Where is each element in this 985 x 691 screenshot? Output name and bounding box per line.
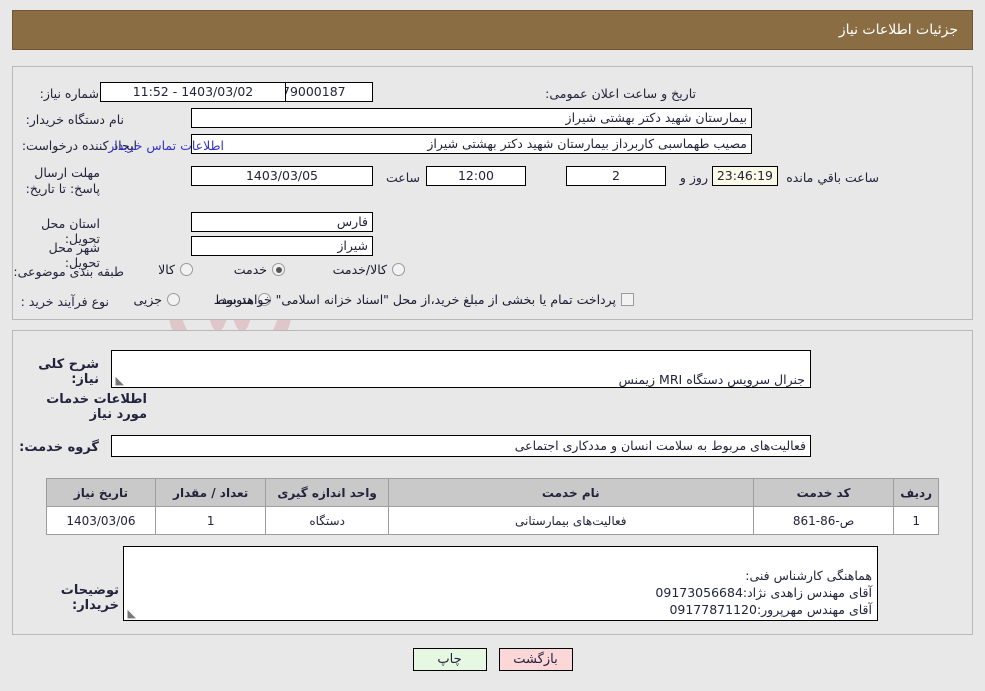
radio-indicator[interactable] (392, 263, 405, 276)
cell-unit: دستگاه (265, 506, 389, 535)
cell-qty: 1 (154, 506, 267, 535)
category-radio-khadamat[interactable]: خدمت (234, 262, 285, 277)
action-buttons: بازگشت چاپ (0, 648, 985, 671)
remaining-days-value: 2 (566, 166, 666, 186)
category-radio-label: کالا (158, 262, 175, 277)
delivery-city-value: شیراز (191, 236, 373, 256)
col-name: نام خدمت (387, 478, 754, 507)
resize-grip-icon[interactable]: ◣ (114, 375, 124, 386)
summary-value: جنرال سرویس دستگاه MRI زیمنس (618, 372, 805, 387)
process-radio-label: جزيی (133, 292, 162, 307)
resize-grip-icon[interactable]: ◣ (126, 608, 136, 619)
deadline-date-value: 1403/03/05 (191, 166, 373, 186)
buyer-notes-value: هماهنگی کارشناس فنی: آقای مهندس زاهدی نژ… (655, 568, 872, 617)
category-radio-label: خدمت (233, 262, 267, 277)
radio-indicator[interactable] (167, 293, 180, 306)
need-info-panel (12, 66, 973, 320)
service-group-value: فعالیت‌های مربوط به سلامت انسان و مددکار… (111, 435, 811, 457)
radio-indicator[interactable] (272, 263, 285, 276)
purchase-process-label: نوع فرآیند خرید : (20, 294, 109, 309)
announce-datetime-label: تاریخ و ساعت اعلان عمومی: (545, 86, 696, 101)
category-radio-kala-khadamat[interactable]: کالا/خدمت (333, 262, 405, 277)
need-number-label: شماره نیاز: (39, 86, 99, 101)
days-label: روز و (679, 170, 708, 185)
col-qty: تعداد / مقدار (154, 478, 267, 507)
treasury-bond-checkbox[interactable]: پرداخت تمام یا بخشی از مبلغ خرید،از محل … (217, 292, 634, 307)
subject-category-label: طبقه بندی موضوعی: (13, 264, 124, 279)
cell-name: فعالیت‌های بیمارستانی (387, 506, 754, 535)
table-header-row: ردیف کد خدمت نام خدمت واحد اندازه گیری ت… (46, 478, 939, 507)
buyer-notes-textarea[interactable]: هماهنگی کارشناس فنی: آقای مهندس زاهدی نژ… (123, 546, 878, 621)
services-table: ردیف کد خدمت نام خدمت واحد اندازه گیری ت… (46, 478, 939, 535)
treasury-bond-note: پرداخت تمام یا بخشی از مبلغ خرید،از محل … (217, 292, 616, 307)
summary-textarea[interactable]: جنرال سرویس دستگاه MRI زیمنس ◣ (111, 350, 811, 388)
cell-code: ص-86-861 (752, 506, 895, 535)
col-code: کد خدمت (752, 478, 895, 507)
category-radio-kala[interactable]: کالا (158, 262, 193, 277)
checkbox-indicator[interactable] (621, 293, 634, 306)
page-title: جزئیات اطلاعات نیاز (838, 22, 958, 38)
buyer-org-label: نام دستگاه خریدار: (25, 112, 124, 127)
category-radio-label: کالا/خدمت (332, 262, 387, 277)
buyer-org-value: بیمارستان شهید دکتر بهشتی شیراز (191, 108, 752, 128)
deadline-time-value: 12:00 (426, 166, 526, 186)
service-group-label: گروه خدمت: (19, 440, 99, 455)
hour-label: ساعت (385, 170, 420, 185)
request-creator-value: مصیب طهماسبی کاربرداز بیمارستان شهید دکت… (191, 134, 752, 154)
services-section-heading: اطلاعات خدمات مورد نیاز (46, 392, 147, 422)
announce-datetime-value: 1403/03/02 - 11:52 (100, 82, 286, 102)
cell-row: 1 (893, 506, 939, 535)
print-button[interactable]: چاپ (412, 648, 487, 671)
back-button[interactable]: بازگشت (498, 648, 573, 671)
table-row: 1 ص-86-861 فعالیت‌های بیمارستانی دستگاه … (46, 506, 939, 535)
summary-label: شرح کلی نیاز: (38, 357, 99, 387)
page-header: جزئیات اطلاعات نیاز (12, 10, 973, 50)
radio-indicator[interactable] (180, 263, 193, 276)
countdown-timer-value: 23:46:19 (712, 166, 778, 186)
col-row: ردیف (893, 478, 939, 507)
process-radio-jozi[interactable]: جزيی (133, 292, 180, 307)
buyer-contact-link[interactable]: اطلاعات تماس خریدار (108, 138, 224, 153)
remaining-hours-label: ساعت باقي مانده (786, 170, 879, 185)
col-unit: واحد اندازه گیری (265, 478, 389, 507)
col-date: تاریخ نیاز (46, 478, 156, 507)
delivery-province-value: فارس (191, 212, 373, 232)
buyer-notes-label: توضیحات خریدار: (60, 583, 119, 613)
deadline-label: مهلت ارسال پاسخ: تا تاریخ: (25, 165, 100, 196)
cell-date: 1403/03/06 (46, 506, 156, 535)
